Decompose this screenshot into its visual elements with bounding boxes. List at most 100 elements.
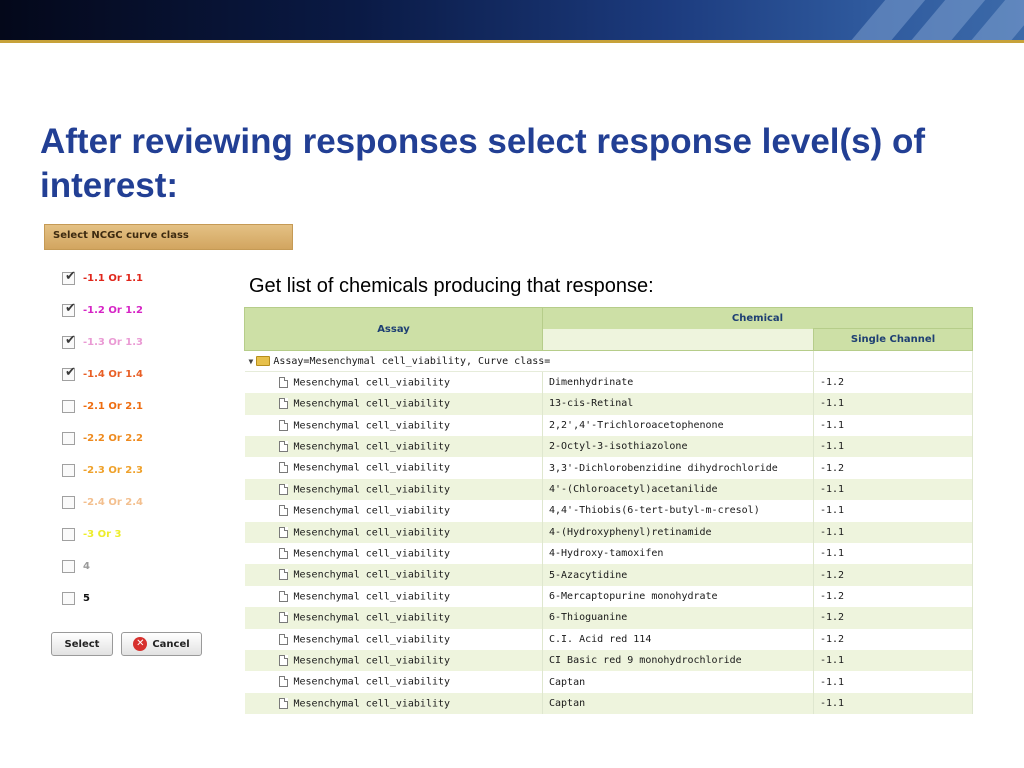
curve-class-label: -1.4 Or 1.4: [83, 368, 143, 380]
curve-class-checkbox[interactable]: [62, 399, 75, 413]
single-channel-cell: -1.1: [813, 671, 974, 693]
curve-class-item[interactable]: ✔ -1.1 Or 1.1: [62, 262, 143, 294]
document-icon: [278, 377, 288, 389]
table-row[interactable]: Mesenchymal cell_viability 4-Hydroxy-tamo…: [244, 543, 974, 565]
document-icon: [278, 590, 288, 602]
assay-cell: Mesenchymal cell_viability: [244, 671, 543, 693]
column-header-chemical[interactable]: Chemical: [541, 307, 974, 329]
table-row[interactable]: Mesenchymal cell_viability C.I. Acid red …: [244, 628, 974, 650]
chemical-cell: Dimenhydrinate: [542, 371, 814, 394]
document-icon: [278, 398, 288, 410]
cancel-button[interactable]: ✕ Cancel: [121, 632, 202, 656]
chemical-cell: 6-Mercaptopurine monohydrate: [542, 585, 814, 608]
table-row[interactable]: Mesenchymal cell_viability 6-Mercaptopuri…: [244, 585, 974, 608]
chemical-cell: CI Basic red 9 monohydrochloride: [542, 649, 814, 672]
document-icon: [278, 505, 288, 517]
table-row[interactable]: Mesenchymal cell_viability CI Basic red 9…: [244, 649, 974, 672]
single-channel-cell: -1.1: [813, 478, 974, 501]
curve-class-item[interactable]: ✔ -1.3 Or 1.3: [62, 326, 143, 358]
single-channel-cell: -1.1: [813, 500, 974, 522]
curve-class-item[interactable]: ✔ -1.4 Or 1.4: [62, 358, 143, 390]
curve-class-item[interactable]: -2.4 Or 2.4: [62, 486, 143, 518]
assay-cell: Mesenchymal cell_viability: [244, 457, 543, 479]
curve-class-checkbox[interactable]: [62, 559, 75, 573]
single-channel-cell: -1.1: [813, 649, 974, 672]
results-grid: Assay Chemical Single Channel ▼ Assay=Mes…: [244, 307, 974, 715]
expand-triangle-icon[interactable]: ▼: [249, 357, 254, 366]
curve-class-checkbox[interactable]: ✔: [62, 364, 76, 381]
table-row[interactable]: Mesenchymal cell_viability Captan -1.1: [244, 671, 974, 693]
curve-class-item[interactable]: -3 Or 3: [62, 518, 143, 550]
table-row[interactable]: Mesenchymal cell_viability 3,3'-Dichlorob…: [244, 457, 974, 479]
assay-name: Mesenchymal cell_viability: [293, 591, 451, 603]
curve-class-item[interactable]: 5: [62, 582, 143, 614]
banner-divider: [0, 40, 1024, 43]
table-row[interactable]: Mesenchymal cell_viability 4'-(Chloroacet…: [244, 478, 974, 501]
chemical-cell: 2,2',4'-Trichloroacetophenone: [542, 414, 814, 437]
single-channel-cell: -1.2: [813, 628, 974, 650]
curve-class-item[interactable]: -2.2 Or 2.2: [62, 422, 143, 454]
curve-class-label: 4: [83, 560, 90, 572]
assay-name: Mesenchymal cell_viability: [293, 377, 451, 389]
chemical-cell: 3,3'-Dichlorobenzidine dihydrochloride: [542, 457, 814, 479]
single-channel-cell: -1.2: [813, 607, 974, 629]
table-row[interactable]: Mesenchymal cell_viability Dimenhydrinate…: [244, 371, 974, 394]
table-row[interactable]: Mesenchymal cell_viability 6-Thioguanine -…: [244, 607, 974, 629]
document-icon: [278, 526, 288, 538]
chemical-cell: 6-Thioguanine: [542, 607, 814, 629]
chemical-cell: 13-cis-Retinal: [542, 393, 814, 415]
curve-class-item[interactable]: -2.1 Or 2.1: [62, 390, 143, 422]
curve-class-checkbox[interactable]: [62, 591, 75, 605]
document-icon: [278, 547, 288, 559]
select-button[interactable]: Select: [51, 632, 113, 656]
slide-title: After reviewing responses select respons…: [40, 122, 926, 205]
column-header-assay[interactable]: Assay: [244, 307, 543, 351]
single-channel-cell: -1.1: [813, 521, 974, 544]
table-row[interactable]: Mesenchymal cell_viability Captan -1.1: [244, 692, 974, 715]
single-channel-cell: -1.2: [813, 585, 974, 608]
curve-class-label: -2.4 Or 2.4: [83, 496, 143, 508]
curve-class-checkbox[interactable]: [62, 495, 75, 509]
curve-class-label: -1.1 Or 1.1: [83, 272, 143, 284]
curve-class-label: -3 Or 3: [83, 528, 122, 540]
group-row[interactable]: ▼ Assay=Mesenchymal cell_viability, Curve…: [244, 350, 974, 373]
curve-class-checkbox[interactable]: [62, 463, 75, 477]
group-label: Assay=Mesenchymal cell_viability, Curve …: [273, 355, 551, 367]
curve-class-checkbox[interactable]: ✔: [62, 269, 76, 285]
assay-name: Mesenchymal cell_viability: [293, 698, 451, 710]
table-row[interactable]: Mesenchymal cell_viability 5-Azacytidine -…: [244, 564, 974, 586]
assay-name: Mesenchymal cell_viability: [293, 655, 451, 667]
curve-class-checkbox[interactable]: [62, 527, 75, 541]
column-header-single-channel[interactable]: Single Channel: [812, 328, 974, 351]
table-row[interactable]: Mesenchymal cell_viability 2,2',4'-Trichl…: [244, 414, 974, 437]
single-channel-cell: -1.1: [813, 543, 974, 565]
select-button-label: Select: [64, 638, 100, 650]
curve-class-checkbox[interactable]: ✔: [62, 301, 76, 317]
curve-class-checkbox[interactable]: ✔: [62, 333, 76, 349]
curve-class-item[interactable]: -2.3 Or 2.3: [62, 454, 143, 486]
single-channel-cell: -1.1: [813, 692, 974, 715]
chemical-cell: 4-Hydroxy-tamoxifen: [542, 543, 814, 565]
curve-class-checkbox[interactable]: [62, 431, 75, 445]
curve-class-item[interactable]: 4: [62, 550, 143, 582]
curve-class-label: -2.3 Or 2.3: [83, 464, 143, 476]
curve-class-label: -2.1 Or 2.1: [83, 400, 143, 412]
cancel-icon: ✕: [133, 637, 148, 651]
table-row[interactable]: Mesenchymal cell_viability 13-cis-Retinal…: [244, 393, 974, 415]
assay-cell: Mesenchymal cell_viability: [244, 607, 543, 629]
chemical-cell: 4,4'-Thiobis(6-tert-butyl-m-cresol): [542, 500, 814, 522]
assay-cell: Mesenchymal cell_viability: [244, 649, 543, 672]
chemical-cell: 5-Azacytidine: [542, 564, 814, 586]
curve-class-label: -2.2 Or 2.2: [83, 432, 143, 444]
assay-cell: Mesenchymal cell_viability: [244, 436, 543, 458]
curve-class-item[interactable]: ✔ -1.2 Or 1.2: [62, 294, 143, 326]
group-cell-empty: [813, 350, 974, 373]
cancel-button-label: Cancel: [152, 638, 190, 650]
table-row[interactable]: Mesenchymal cell_viability 2-Octyl-3-isot…: [244, 436, 974, 458]
single-channel-cell: -1.2: [813, 457, 974, 479]
assay-name: Mesenchymal cell_viability: [293, 505, 451, 517]
checkmark-icon: ✔: [65, 364, 76, 380]
table-row[interactable]: Mesenchymal cell_viability 4,4'-Thiobis(6…: [244, 500, 974, 522]
table-row[interactable]: Mesenchymal cell_viability 4-(Hydroxyphen…: [244, 521, 974, 544]
document-icon: [278, 676, 288, 688]
